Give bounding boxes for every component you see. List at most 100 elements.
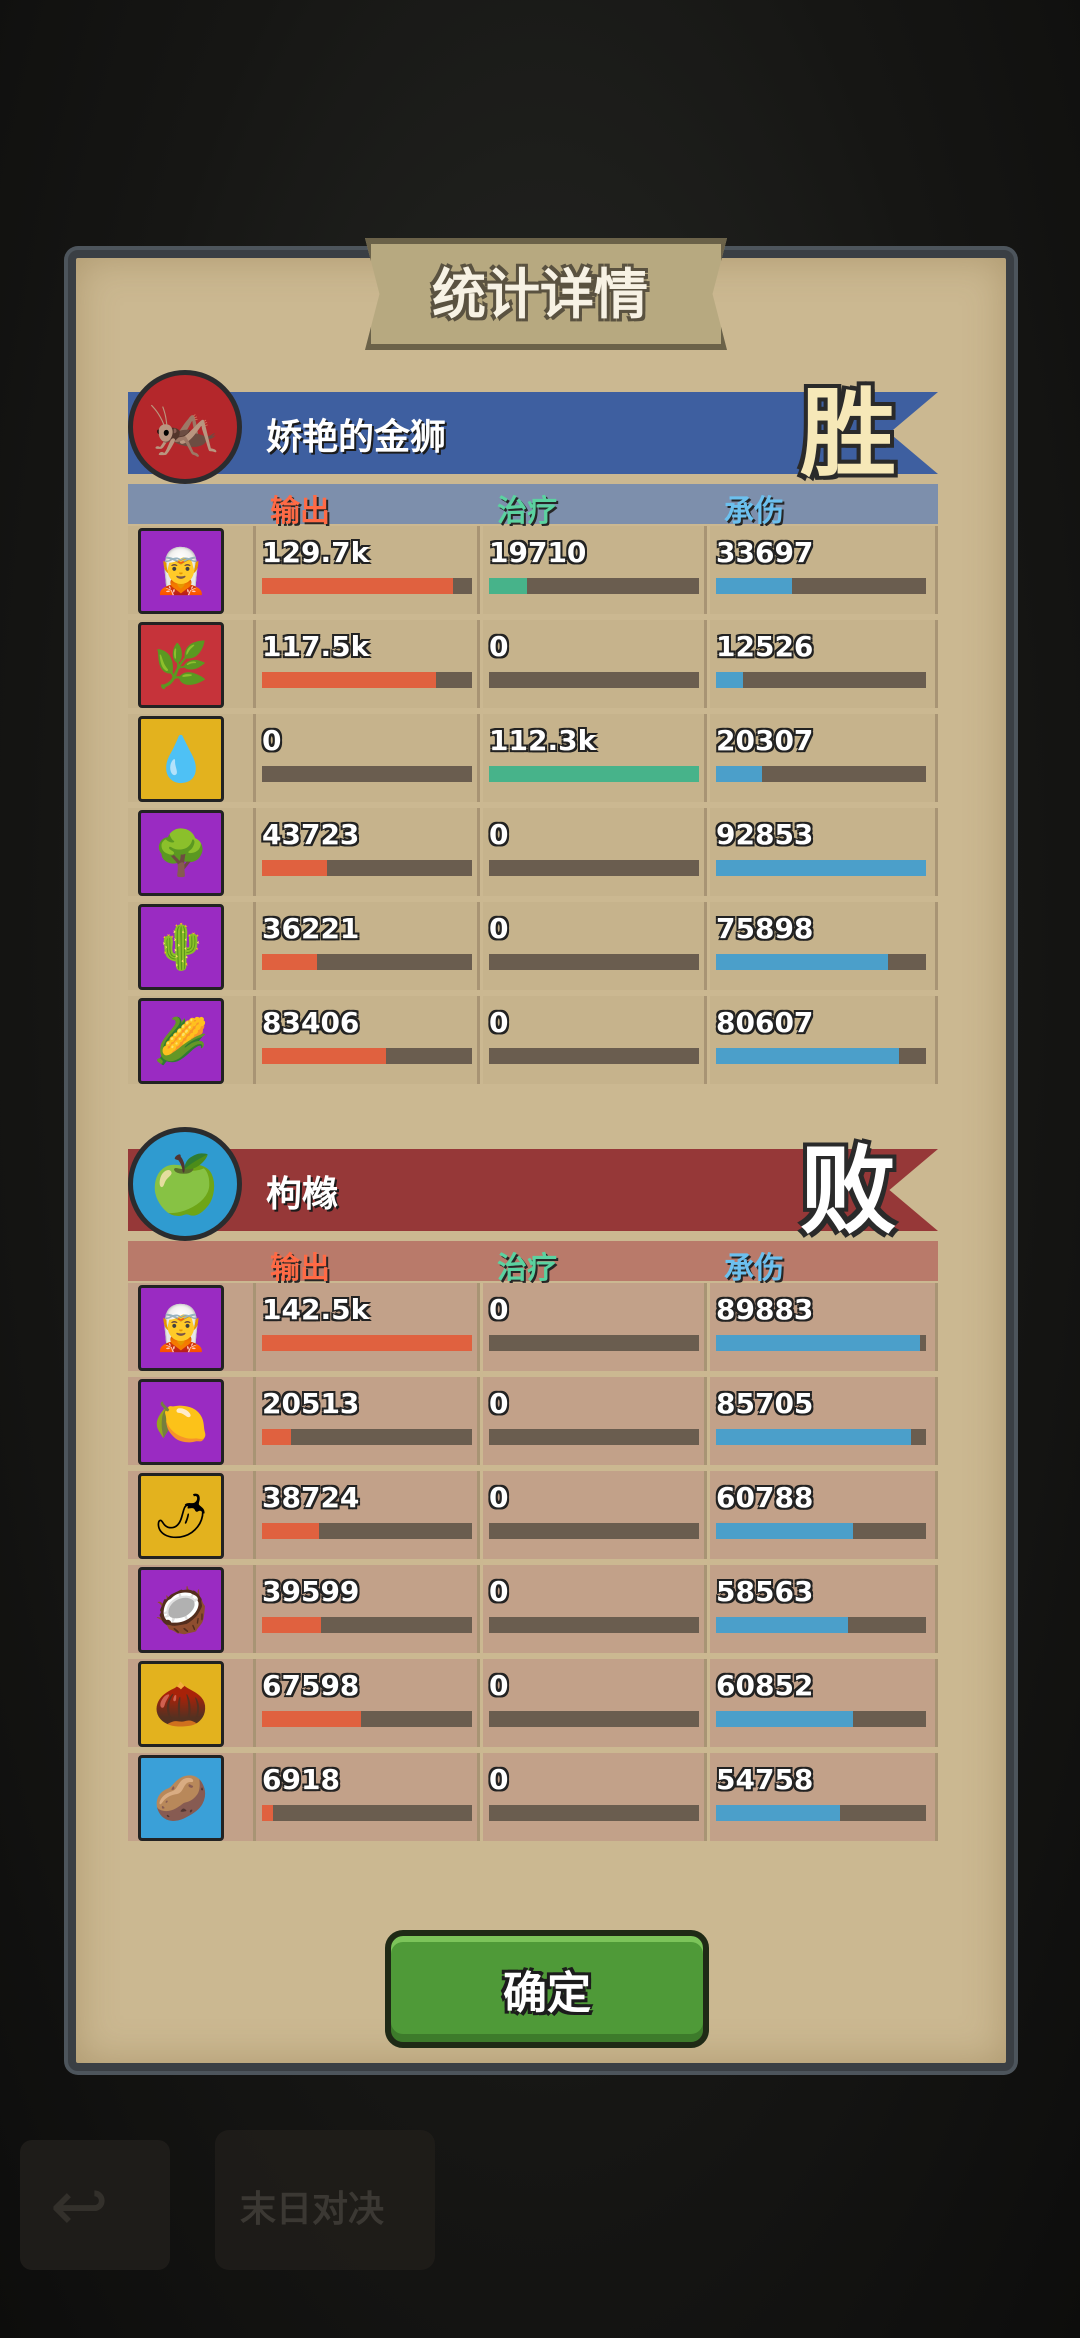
output-value: 117.5k xyxy=(262,630,370,663)
member-row: 🌰 67598 0 60852 xyxy=(128,1659,938,1747)
tank-bar xyxy=(716,1523,926,1539)
hero-portrait[interactable]: 🥥 xyxy=(138,1567,224,1653)
heal-bar xyxy=(489,1429,699,1445)
tank-cell: 33697 xyxy=(710,526,938,614)
tank-bar xyxy=(716,1429,926,1445)
member-row: 🥔 6918 0 54758 xyxy=(128,1753,938,1841)
tank-value: 75898 xyxy=(716,912,814,945)
member-row: 🌽 83406 0 80607 xyxy=(128,996,938,1084)
tank-bar-fill xyxy=(716,578,792,594)
tank-bar-fill xyxy=(716,766,763,782)
tank-cell: 54758 xyxy=(710,1753,938,1841)
tank-cell: 20307 xyxy=(710,714,938,802)
heal-value: 0 xyxy=(489,1575,509,1608)
output-value: 129.7k xyxy=(262,536,370,569)
output-cell: 0 xyxy=(256,714,480,802)
output-value: 36221 xyxy=(262,912,360,945)
tank-bar xyxy=(716,860,926,876)
output-bar-fill xyxy=(262,578,454,594)
tank-bar-fill xyxy=(716,860,926,876)
tank-cell: 58563 xyxy=(710,1565,938,1653)
hero-portrait[interactable]: 🌳 xyxy=(138,810,224,896)
tank-value: 20307 xyxy=(716,724,814,757)
heal-cell: 0 xyxy=(483,1471,707,1559)
output-bar xyxy=(262,1617,472,1633)
hero-portrait[interactable]: 🌽 xyxy=(138,998,224,1084)
heal-cell: 0 xyxy=(483,620,707,708)
tank-bar-fill xyxy=(716,954,889,970)
confirm-button[interactable]: 确定 xyxy=(385,1930,709,2048)
heal-bar xyxy=(489,1523,699,1539)
output-bar-fill xyxy=(262,1523,319,1539)
tank-bar-fill xyxy=(716,1523,853,1539)
heal-bar xyxy=(489,578,699,594)
hero-portrait[interactable]: 🧝 xyxy=(138,1285,224,1371)
heal-cell: 0 xyxy=(483,1565,707,1653)
output-bar xyxy=(262,1429,472,1445)
tank-cell: 60852 xyxy=(710,1659,938,1747)
output-bar xyxy=(262,1805,472,1821)
heal-value: 112.3k xyxy=(489,724,597,757)
heal-cell: 112.3k xyxy=(483,714,707,802)
output-bar xyxy=(262,1523,472,1539)
tank-bar-fill xyxy=(716,1429,912,1445)
heal-value: 0 xyxy=(489,1763,509,1796)
team-name: 枸橼 xyxy=(266,1174,339,1215)
heal-value: 0 xyxy=(489,1669,509,1702)
hero-portrait[interactable]: 🌶 xyxy=(138,1473,224,1559)
tank-cell: 75898 xyxy=(710,902,938,990)
output-bar-fill xyxy=(262,1805,273,1821)
tank-bar xyxy=(716,1048,926,1064)
output-bar-fill xyxy=(262,860,328,876)
hero-portrait[interactable]: 🌵 xyxy=(138,904,224,990)
tank-value: 92853 xyxy=(716,818,814,851)
tank-bar xyxy=(716,672,926,688)
output-cell: 38724 xyxy=(256,1471,480,1559)
heal-bar xyxy=(489,1048,699,1064)
team-avatar[interactable]: 🍏 xyxy=(128,1127,242,1241)
tank-cell: 85705 xyxy=(710,1377,938,1465)
output-cell: 43723 xyxy=(256,808,480,896)
dialog-title: 统计详情 xyxy=(432,263,648,326)
tank-cell: 60788 xyxy=(710,1471,938,1559)
output-value: 83406 xyxy=(262,1006,360,1039)
heal-header: 治疗 xyxy=(497,494,557,529)
output-bar xyxy=(262,1711,472,1727)
tank-bar xyxy=(716,954,926,970)
hero-portrait[interactable]: 🍋 xyxy=(138,1379,224,1465)
heal-bar xyxy=(489,766,699,782)
member-row: 🌵 36221 0 75898 xyxy=(128,902,938,990)
hero-portrait[interactable]: 💧 xyxy=(138,716,224,802)
heal-value: 0 xyxy=(489,630,509,663)
heal-header: 治疗 xyxy=(497,1251,557,1286)
heal-value: 0 xyxy=(489,1387,509,1420)
member-row: 💧 0 112.3k 20307 xyxy=(128,714,938,802)
hero-portrait[interactable]: 🥔 xyxy=(138,1755,224,1841)
output-value: 38724 xyxy=(262,1481,360,1514)
member-row: 🧝 129.7k 19710 33697 xyxy=(128,526,938,614)
hero-portrait[interactable]: 🌿 xyxy=(138,622,224,708)
heal-value: 19710 xyxy=(489,536,587,569)
heal-cell: 0 xyxy=(483,1377,707,1465)
tank-value: 60788 xyxy=(716,1481,814,1514)
member-row: 🧝 142.5k 0 89883 xyxy=(128,1283,938,1371)
tank-bar xyxy=(716,1335,926,1351)
tank-bar-fill xyxy=(716,1048,899,1064)
output-value: 43723 xyxy=(262,818,360,851)
output-header: 输出 xyxy=(270,494,330,529)
hero-portrait[interactable]: 🌰 xyxy=(138,1661,224,1747)
output-cell: 142.5k xyxy=(256,1283,480,1371)
member-row: 🌳 43723 0 92853 xyxy=(128,808,938,896)
heal-bar xyxy=(489,860,699,876)
output-bar-fill xyxy=(262,1048,386,1064)
output-header: 输出 xyxy=(270,1251,330,1286)
heal-cell: 0 xyxy=(483,1753,707,1841)
heal-bar xyxy=(489,1711,699,1727)
heal-bar xyxy=(489,1617,699,1633)
hero-portrait[interactable]: 🧝 xyxy=(138,528,224,614)
output-cell: 67598 xyxy=(256,1659,480,1747)
team-avatar[interactable]: 🦗 xyxy=(128,370,242,484)
output-bar xyxy=(262,578,472,594)
output-bar xyxy=(262,954,472,970)
tank-header: 承伤 xyxy=(724,494,784,529)
